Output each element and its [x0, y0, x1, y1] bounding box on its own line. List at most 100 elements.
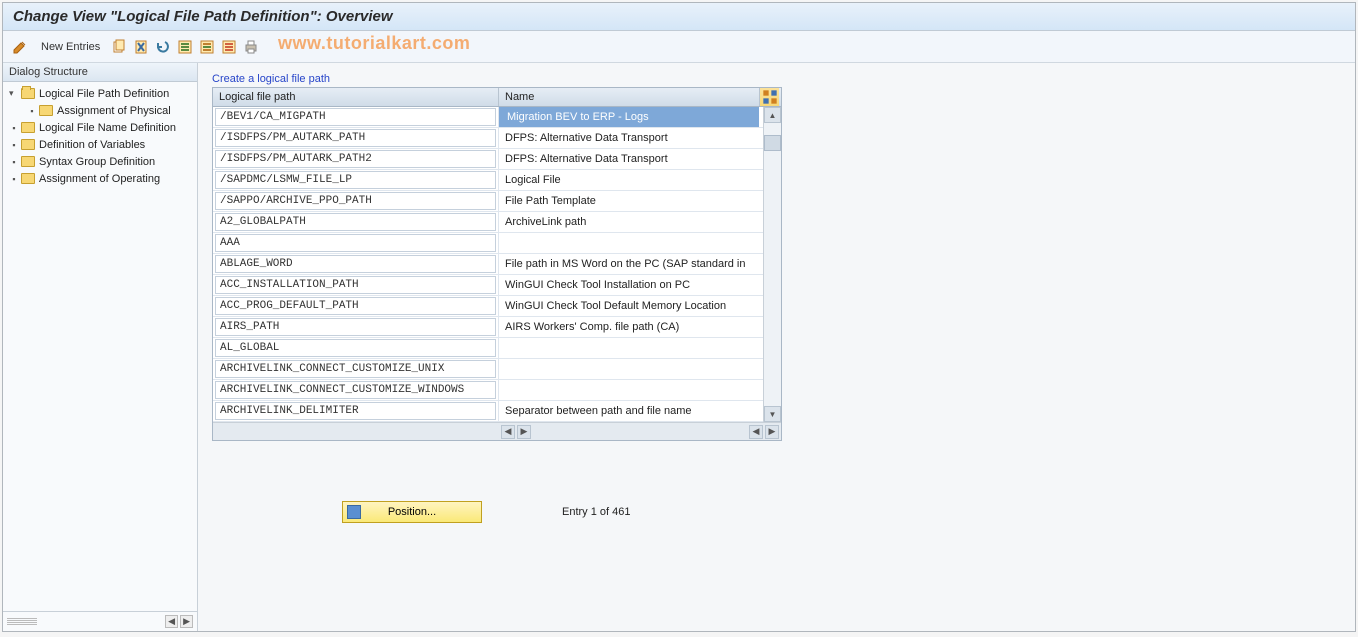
scroll-down-icon[interactable]: ▼: [764, 406, 781, 422]
deselect-all-icon[interactable]: [220, 38, 238, 56]
tree-bullet-icon: ▪: [9, 140, 19, 150]
sidebar-scroll-right-icon[interactable]: ▶: [180, 615, 193, 628]
scroll-track[interactable]: [764, 123, 781, 406]
sidebar: Dialog Structure ▾ Logical File Path Defi…: [3, 63, 198, 631]
table-settings-icon[interactable]: [759, 88, 779, 106]
logical-file-path-input[interactable]: [215, 276, 496, 294]
table-row[interactable]: File Path Template: [213, 191, 763, 212]
sidebar-header: Dialog Structure: [3, 63, 197, 82]
hscroll-left-end-icon[interactable]: ◀: [749, 425, 763, 439]
cell-name: ArchiveLink path: [499, 212, 759, 232]
column-header-name[interactable]: Name: [499, 88, 759, 106]
copy-icon[interactable]: [110, 38, 128, 56]
create-logical-file-path-link[interactable]: Create a logical file path: [212, 73, 1341, 85]
tree-item-0[interactable]: ▾ Logical File Path Definition: [5, 85, 195, 102]
select-block-icon[interactable]: [198, 38, 216, 56]
table-row[interactable]: DFPS: Alternative Data Transport: [213, 149, 763, 170]
table-row[interactable]: WinGUI Check Tool Default Memory Locatio…: [213, 296, 763, 317]
new-entries-button[interactable]: New Entries: [35, 39, 106, 55]
cell-logical-file-path: [213, 401, 499, 421]
table-row[interactable]: [213, 338, 763, 359]
tree-item-1[interactable]: ▪Assignment of Physical: [5, 102, 195, 119]
position-button[interactable]: Position...: [342, 501, 482, 523]
cell-logical-file-path: [213, 359, 499, 379]
logical-file-path-input[interactable]: [215, 381, 496, 399]
table-row[interactable]: Migration BEV to ERP - Logs: [213, 107, 763, 128]
logical-file-path-input[interactable]: [215, 108, 496, 126]
vertical-scrollbar[interactable]: ▲ ▼: [763, 107, 781, 422]
column-header-logical-file-path[interactable]: Logical file path: [213, 88, 499, 106]
name-value: DFPS: Alternative Data Transport: [505, 153, 668, 165]
dialog-structure-tree: ▾ Logical File Path Definition ▪Assignment…: [3, 82, 197, 611]
cell-name: DFPS: Alternative Data Transport: [499, 149, 759, 169]
logical-file-path-input[interactable]: [215, 171, 496, 189]
content-area: Dialog Structure ▾ Logical File Path Defi…: [3, 63, 1355, 631]
tree-item-3[interactable]: ▪Definition of Variables: [5, 136, 195, 153]
title-bar: Change View "Logical File Path Definitio…: [3, 3, 1355, 31]
scroll-up-icon[interactable]: ▲: [764, 107, 781, 123]
logical-file-path-input[interactable]: [215, 297, 496, 315]
folder-closed-icon: [39, 105, 53, 116]
cell-logical-file-path: [213, 275, 499, 295]
cell-logical-file-path: [213, 338, 499, 358]
cell-logical-file-path: [213, 254, 499, 274]
sidebar-footer: ◀ ▶: [3, 611, 197, 631]
cell-logical-file-path: [213, 317, 499, 337]
name-value: Separator between path and file name: [505, 405, 692, 417]
cell-logical-file-path: [213, 170, 499, 190]
name-value: File Path Template: [505, 195, 596, 207]
table-row[interactable]: Separator between path and file name: [213, 401, 763, 422]
logical-file-path-input[interactable]: [215, 129, 496, 147]
cell-logical-file-path: [213, 107, 499, 127]
table-row[interactable]: [213, 359, 763, 380]
position-row: Position... Entry 1 of 461: [212, 501, 1341, 523]
table-row[interactable]: ArchiveLink path: [213, 212, 763, 233]
tree-bullet-icon: ▪: [27, 106, 37, 116]
table-row[interactable]: AIRS Workers' Comp. file path (CA): [213, 317, 763, 338]
tree-item-5[interactable]: ▪Assignment of Operating: [5, 170, 195, 187]
logical-file-path-input[interactable]: [215, 360, 496, 378]
logical-file-path-input[interactable]: [215, 150, 496, 168]
logical-file-path-input[interactable]: [215, 213, 496, 231]
undo-icon[interactable]: [154, 38, 172, 56]
toggle-edit-icon[interactable]: [11, 38, 29, 56]
print-icon[interactable]: [242, 38, 260, 56]
table-row[interactable]: [213, 380, 763, 401]
logical-file-path-input[interactable]: [215, 234, 496, 252]
cell-name: Separator between path and file name: [499, 401, 759, 421]
position-icon: [347, 505, 361, 519]
tree-item-label: Logical File Path Definition: [39, 88, 169, 100]
logical-file-path-input[interactable]: [215, 318, 496, 336]
delete-icon[interactable]: [132, 38, 150, 56]
table-row[interactable]: [213, 233, 763, 254]
table-row[interactable]: File path in MS Word on the PC (SAP stan…: [213, 254, 763, 275]
toolbar: New Entries www.tutorialkart.com: [3, 31, 1355, 63]
table-row[interactable]: Logical File: [213, 170, 763, 191]
cell-name: File Path Template: [499, 191, 759, 211]
hscroll-right-end-icon[interactable]: ▶: [765, 425, 779, 439]
hscroll-left-icon[interactable]: ◀: [501, 425, 515, 439]
tree-item-2[interactable]: ▪Logical File Name Definition: [5, 119, 195, 136]
cell-name: WinGUI Check Tool Installation on PC: [499, 275, 759, 295]
name-value: File path in MS Word on the PC (SAP stan…: [505, 258, 746, 270]
logical-file-path-input[interactable]: [215, 339, 496, 357]
hscroll-right-icon[interactable]: ▶: [517, 425, 531, 439]
tree-item-4[interactable]: ▪Syntax Group Definition: [5, 153, 195, 170]
name-value: WinGUI Check Tool Installation on PC: [505, 279, 690, 291]
page-title: Change View "Logical File Path Definitio…: [13, 8, 393, 25]
tree-collapse-icon: ▾: [9, 88, 19, 99]
scroll-thumb[interactable]: [764, 135, 781, 151]
cell-logical-file-path: [213, 233, 499, 253]
logical-file-path-input[interactable]: [215, 255, 496, 273]
name-value: WinGUI Check Tool Default Memory Locatio…: [505, 300, 726, 312]
sidebar-scroll-left-icon[interactable]: ◀: [165, 615, 178, 628]
drag-handle-icon[interactable]: [7, 618, 37, 626]
select-all-icon[interactable]: [176, 38, 194, 56]
table-row[interactable]: WinGUI Check Tool Installation on PC: [213, 275, 763, 296]
logical-file-path-input[interactable]: [215, 192, 496, 210]
folder-closed-icon: [21, 156, 35, 167]
table-row[interactable]: DFPS: Alternative Data Transport: [213, 128, 763, 149]
cell-logical-file-path: [213, 191, 499, 211]
logical-file-path-input[interactable]: [215, 402, 496, 420]
cell-name: [499, 359, 759, 379]
